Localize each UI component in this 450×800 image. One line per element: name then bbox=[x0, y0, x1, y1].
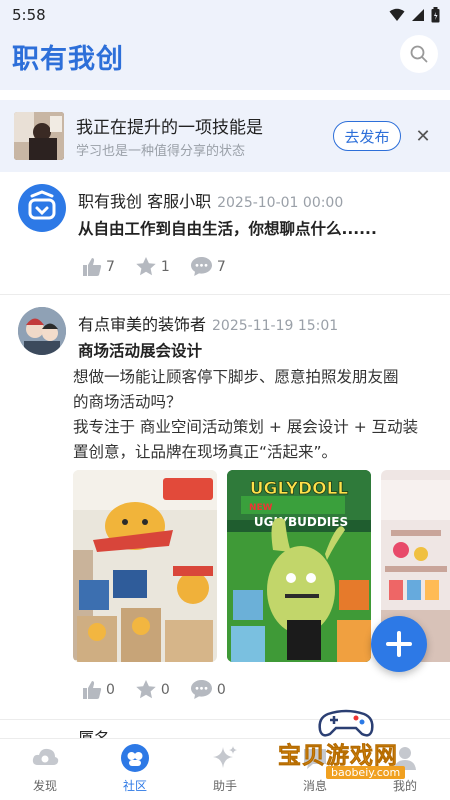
publish-button-label: 去发布 bbox=[333, 121, 401, 151]
service-logo-icon bbox=[28, 190, 56, 220]
publish-button[interactable]: 去发布 bbox=[333, 121, 401, 151]
avatar[interactable] bbox=[18, 184, 66, 232]
nav-item-community[interactable]: 社区 bbox=[90, 739, 180, 800]
post-time: 2025-11-19 15:01 bbox=[212, 318, 339, 334]
post-photo[interactable]: UGLYDOLL NEW UGLYBUDDIES bbox=[227, 470, 371, 662]
status-time: 5:58 bbox=[12, 6, 46, 24]
post-actions: 7 1 7 bbox=[82, 256, 246, 277]
nav-label: 社区 bbox=[122, 779, 147, 793]
sparkle-icon bbox=[213, 746, 237, 768]
post-title[interactable]: 商场活动展会设计 bbox=[78, 339, 202, 361]
banner-thumbnail bbox=[14, 112, 64, 160]
avatar[interactable] bbox=[18, 307, 66, 355]
thumbs-up-icon bbox=[83, 680, 102, 699]
community-icon bbox=[121, 744, 149, 772]
post-body[interactable]: 想做一场能让顾客停下脚步、愿意拍照发朋友圈 的商场活动吗？ 我专注于 商业空间活… bbox=[73, 365, 438, 465]
post-time: 2025-10-01 00:00 bbox=[217, 195, 344, 211]
photo-text: UGLYBUDDIES bbox=[254, 515, 348, 529]
nav-label: 发现 bbox=[32, 779, 57, 793]
divider bbox=[0, 719, 450, 720]
photo-text: UGLYDOLL bbox=[250, 479, 349, 499]
comment-button[interactable]: 7 bbox=[190, 256, 226, 277]
header-gap bbox=[0, 90, 450, 100]
star-button[interactable]: 1 bbox=[135, 256, 170, 277]
comment-icon bbox=[190, 680, 212, 699]
post-actions: 0 0 0 bbox=[82, 679, 246, 700]
search-button[interactable] bbox=[400, 35, 438, 73]
bottom-nav: 发现 社区 助手 消息 我的 bbox=[0, 738, 450, 800]
post-author[interactable]: 职有我创 客服小职 2025-10-01 00:00 bbox=[78, 188, 343, 212]
banner-title: 我正在提升的一项技能是 bbox=[76, 118, 263, 138]
status-bar: 5:58 bbox=[0, 0, 450, 32]
cloud-icon bbox=[32, 748, 59, 765]
nav-label: 我的 bbox=[392, 779, 417, 793]
post-body-line: 想做一场能让顾客停下脚步、愿意拍照发朋友圈 bbox=[73, 368, 399, 386]
battery-icon bbox=[431, 7, 440, 23]
nav-label: 消息 bbox=[302, 779, 327, 793]
status-icons bbox=[389, 7, 440, 23]
like-button[interactable]: 7 bbox=[82, 257, 115, 277]
nav-item-profile[interactable]: 我的 bbox=[360, 739, 450, 800]
message-icon bbox=[304, 749, 326, 769]
nav-label: 助手 bbox=[212, 779, 237, 793]
wifi-icon bbox=[389, 8, 405, 21]
star-button[interactable]: 0 bbox=[135, 679, 170, 700]
post-body-line: 置创意，让品牌在现场真正“活起来”。 bbox=[73, 443, 338, 461]
like-count: 0 bbox=[106, 681, 115, 698]
post-author[interactable]: 有点审美的装饰者 2025-11-19 15:01 bbox=[78, 311, 338, 335]
post-body-line: 的商场活动吗？ bbox=[73, 393, 182, 411]
add-post-button[interactable] bbox=[371, 616, 427, 672]
banner-subtitle: 学习也是一种值得分享的状态 bbox=[76, 144, 246, 159]
signal-icon bbox=[412, 9, 424, 21]
author-name: 职有我创 客服小职 bbox=[78, 192, 212, 211]
thumbs-up-icon bbox=[83, 257, 102, 276]
photo-text: NEW bbox=[249, 503, 273, 513]
nav-item-assistant[interactable]: 助手 bbox=[180, 739, 270, 800]
search-icon bbox=[410, 45, 428, 63]
nav-item-messages[interactable]: 消息 bbox=[270, 739, 360, 800]
post-title[interactable]: 从自由工作到自由生活，你想聊点什么...... bbox=[78, 217, 377, 239]
partial-post-author[interactable]: 厦名 bbox=[78, 728, 110, 738]
plus-icon bbox=[386, 631, 412, 657]
star-icon bbox=[136, 680, 156, 699]
author-name: 有点审美的装饰者 bbox=[78, 315, 207, 334]
star-icon bbox=[136, 257, 156, 276]
star-count: 1 bbox=[160, 258, 170, 275]
like-count: 7 bbox=[106, 258, 115, 275]
star-count: 0 bbox=[160, 681, 170, 698]
comment-count: 7 bbox=[216, 258, 226, 275]
app-title: 职有我创 bbox=[12, 44, 124, 75]
post-body-line: 我专注于 商业空间活动策划 + 展会设计 + 互动装 bbox=[73, 418, 419, 436]
like-button[interactable]: 0 bbox=[82, 680, 115, 700]
profile-icon bbox=[394, 747, 416, 770]
comment-icon bbox=[190, 257, 212, 276]
app-header: 职有我创 bbox=[0, 32, 450, 90]
comment-count: 0 bbox=[216, 681, 226, 698]
nav-item-discover[interactable]: 发现 bbox=[0, 739, 90, 800]
post-card[interactable]: 职有我创 客服小职 2025-10-01 00:00 从自由工作到自由生活，你想聊… bbox=[0, 172, 450, 294]
comment-button[interactable]: 0 bbox=[190, 679, 226, 700]
close-icon[interactable]: ✕ bbox=[412, 125, 434, 147]
post-photo[interactable] bbox=[73, 470, 217, 662]
